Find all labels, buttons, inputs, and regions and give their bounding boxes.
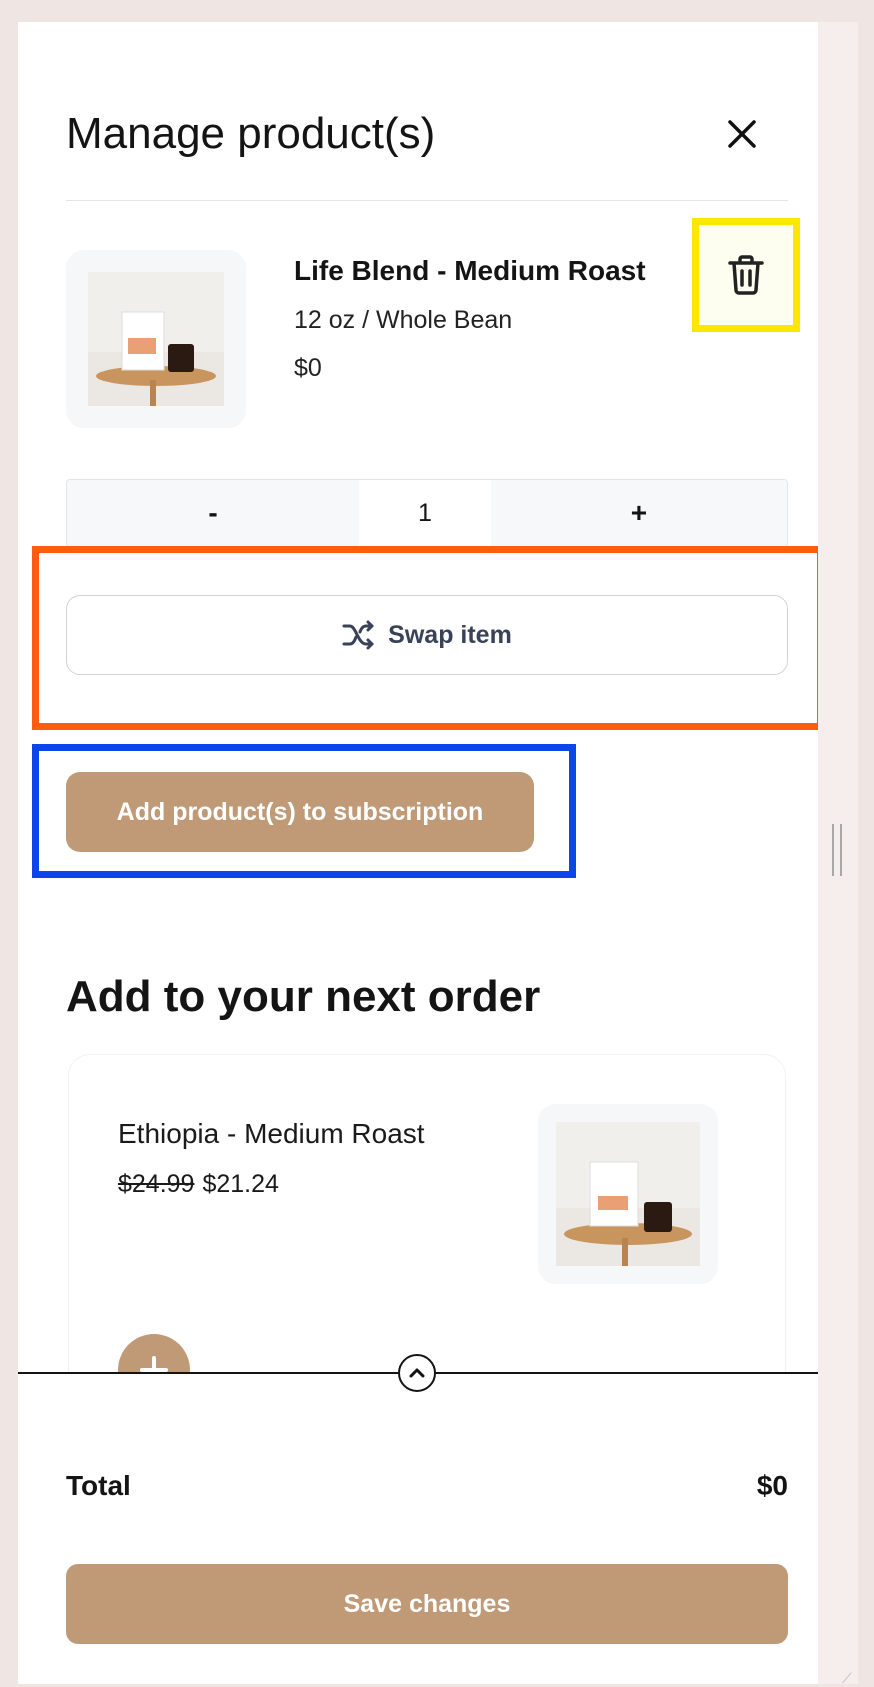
upsell-product-name: Ethiopia - Medium Roast xyxy=(118,1118,425,1149)
footer-toggle-button[interactable] xyxy=(398,1354,436,1392)
trash-icon xyxy=(728,255,764,295)
add-products-button[interactable]: Add product(s) to subscription xyxy=(66,772,534,852)
product-variant: 12 oz / Whole Bean xyxy=(294,306,513,334)
save-changes-button[interactable]: Save changes xyxy=(66,1564,788,1644)
panel-title: Manage product(s) xyxy=(66,109,436,158)
total-value: $0 xyxy=(756,1470,788,1501)
quantity-increase-button[interactable]: + xyxy=(490,480,787,546)
chevron-up-icon xyxy=(409,1368,425,1378)
close-icon xyxy=(728,120,756,148)
panel-header: Manage product(s) xyxy=(66,102,788,172)
header-divider xyxy=(66,200,788,201)
quantity-stepper: - 1 + xyxy=(66,479,788,547)
product-name: Life Blend - Medium Roast xyxy=(294,255,646,286)
upsell-old-price: $24.99 xyxy=(118,1170,195,1198)
swap-item-label: Swap item xyxy=(388,620,512,649)
resize-handle[interactable] xyxy=(832,824,842,876)
shuffle-icon xyxy=(342,620,374,650)
total-label: Total xyxy=(66,1470,131,1501)
product-image xyxy=(66,250,246,428)
manage-products-panel: Manage product(s) Life Blend - Medium Ro… xyxy=(18,22,818,1684)
upsell-price: $21.24 xyxy=(202,1170,279,1198)
quantity-value[interactable]: 1 xyxy=(359,480,491,546)
delete-product-button[interactable] xyxy=(692,218,800,332)
swap-item-button[interactable]: Swap item xyxy=(66,595,788,675)
product-price: $0 xyxy=(294,354,322,382)
upsell-section-title: Add to your next order xyxy=(66,972,541,1021)
quantity-decrease-button[interactable]: - xyxy=(67,480,360,546)
upsell-product-image xyxy=(538,1104,718,1284)
resize-corner-icon: ⟋ xyxy=(842,1670,852,1686)
close-button[interactable] xyxy=(718,110,766,158)
upsell-prices: $24.99 $21.24 xyxy=(118,1170,279,1199)
